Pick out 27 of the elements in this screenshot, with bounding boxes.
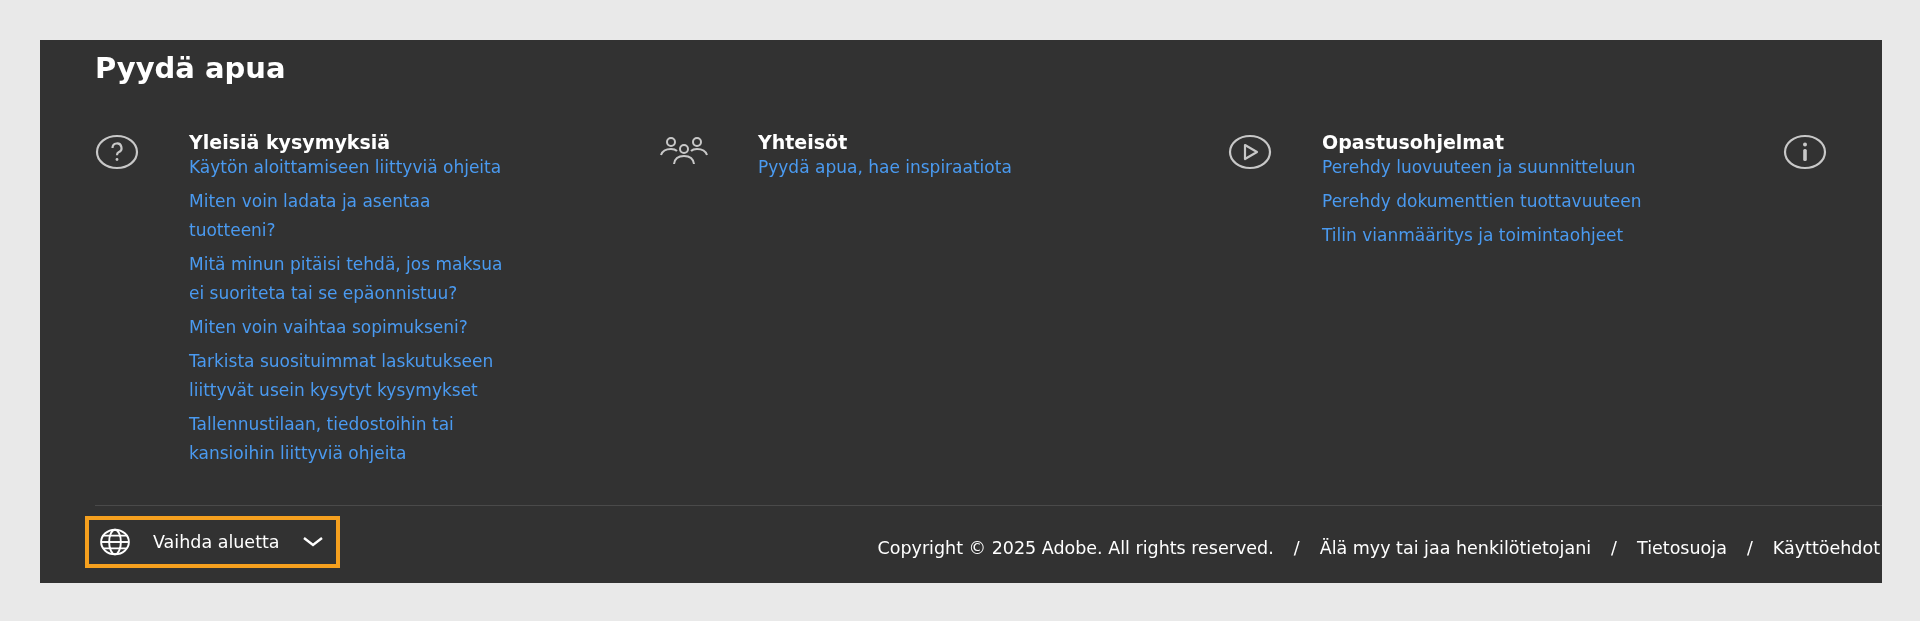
separator: / xyxy=(1293,538,1300,558)
footer-link[interactable]: Älä myy tai jaa henkilötietojani xyxy=(1319,538,1592,558)
help-link[interactable]: Perehdy dokumenttien tuottavuuteen xyxy=(1322,187,1642,216)
footer-link[interactable]: Tietosuoja xyxy=(1637,538,1727,558)
info-icon xyxy=(1783,134,1827,170)
help-link[interactable]: Tallennustilaan, tiedostoihin tai kansioihin liittyviä ohjeita xyxy=(189,410,509,468)
separator: / xyxy=(1746,538,1753,558)
region-selector[interactable]: Vaihda aluetta xyxy=(85,516,340,568)
help-link[interactable]: Tilin vianmääritys ja toimintaohjeet xyxy=(1322,221,1624,250)
help-link[interactable]: Tarkista suosituimmat laskutukseen liittyvät usein kysytyt kysymykset xyxy=(189,347,509,405)
help-link[interactable]: Perehdy luovuuteen ja suunnitteluun xyxy=(1322,153,1636,182)
help-link[interactable]: Käytön aloittamiseen liittyviä ohjeita xyxy=(189,153,502,182)
column-heading: Yleisiä kysymyksiä xyxy=(189,130,391,154)
column-heading: Opastusohjelmat xyxy=(1322,130,1504,154)
help-link[interactable]: Pyydä apua, hae inspiraatiota xyxy=(758,153,1012,182)
globe-icon xyxy=(99,528,131,556)
help-link[interactable]: Miten voin ladata ja asentaa tuotteeni? xyxy=(189,187,509,245)
copyright-text: Copyright © 2025 Adobe. All rights reserved. xyxy=(877,538,1274,558)
help-link[interactable]: Mitä minun pitäisi tehdä, jos maksua ei suoriteta tai se epäonnistuu? xyxy=(189,250,509,308)
separator: / xyxy=(1611,538,1617,558)
footer-link[interactable]: Käyttöehdot xyxy=(1772,538,1880,558)
section-title: Pyydä apua xyxy=(95,50,286,87)
help-icon xyxy=(95,134,139,170)
column-heading: Yhteisöt xyxy=(758,130,848,154)
play-icon xyxy=(1228,134,1272,170)
chevron-down-icon xyxy=(301,536,324,548)
help-link[interactable]: Miten voin vaihtaa sopimukseni? xyxy=(189,313,468,342)
